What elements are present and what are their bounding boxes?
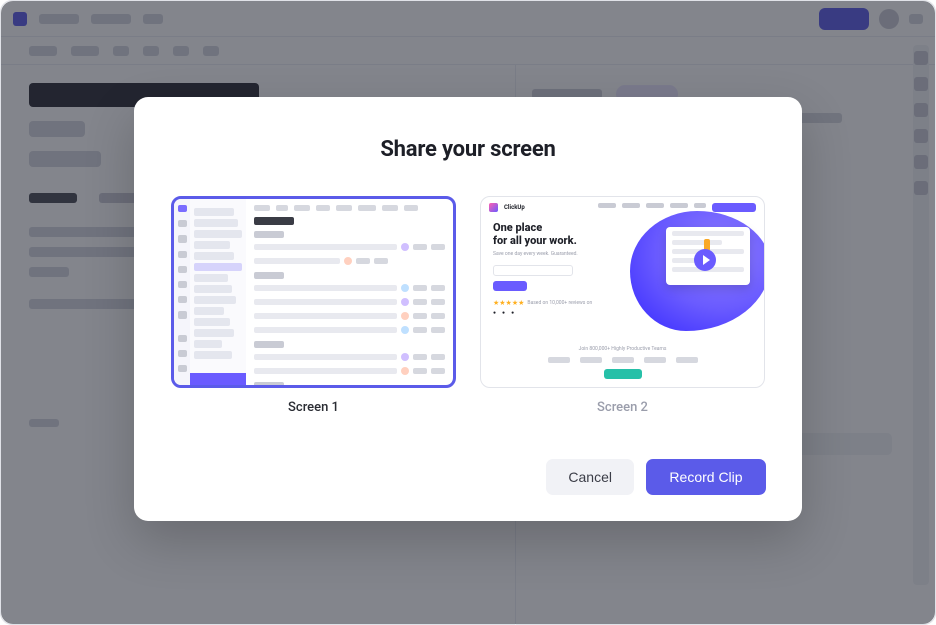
see-reviews-thumb	[604, 369, 642, 379]
play-icon	[694, 249, 716, 271]
screen-1-label: Screen 1	[171, 400, 456, 415]
modal-title: Share your screen	[170, 137, 766, 162]
cancel-button[interactable]: Cancel	[546, 459, 634, 495]
screen-1-thumbnail	[171, 196, 456, 388]
clickup-logo-icon	[489, 203, 498, 212]
screen-option-1[interactable]: Screen 1	[171, 196, 456, 415]
screen-2-thumbnail: ClickUp One	[480, 196, 765, 388]
screen-option-2[interactable]: ClickUp One	[480, 196, 765, 415]
get-started-thumb	[493, 281, 527, 291]
modal-footer: Cancel Record Clip	[170, 459, 766, 495]
star-icon: ★★★★★	[493, 299, 524, 307]
screen-2-label: Screen 2	[480, 400, 765, 415]
screen-options: Screen 1 ClickUp	[170, 196, 766, 415]
share-screen-modal: Share your screen	[134, 97, 802, 521]
modal-overlay: Share your screen	[1, 1, 935, 624]
email-field-thumb	[493, 265, 573, 276]
record-clip-button[interactable]: Record Clip	[646, 459, 766, 495]
